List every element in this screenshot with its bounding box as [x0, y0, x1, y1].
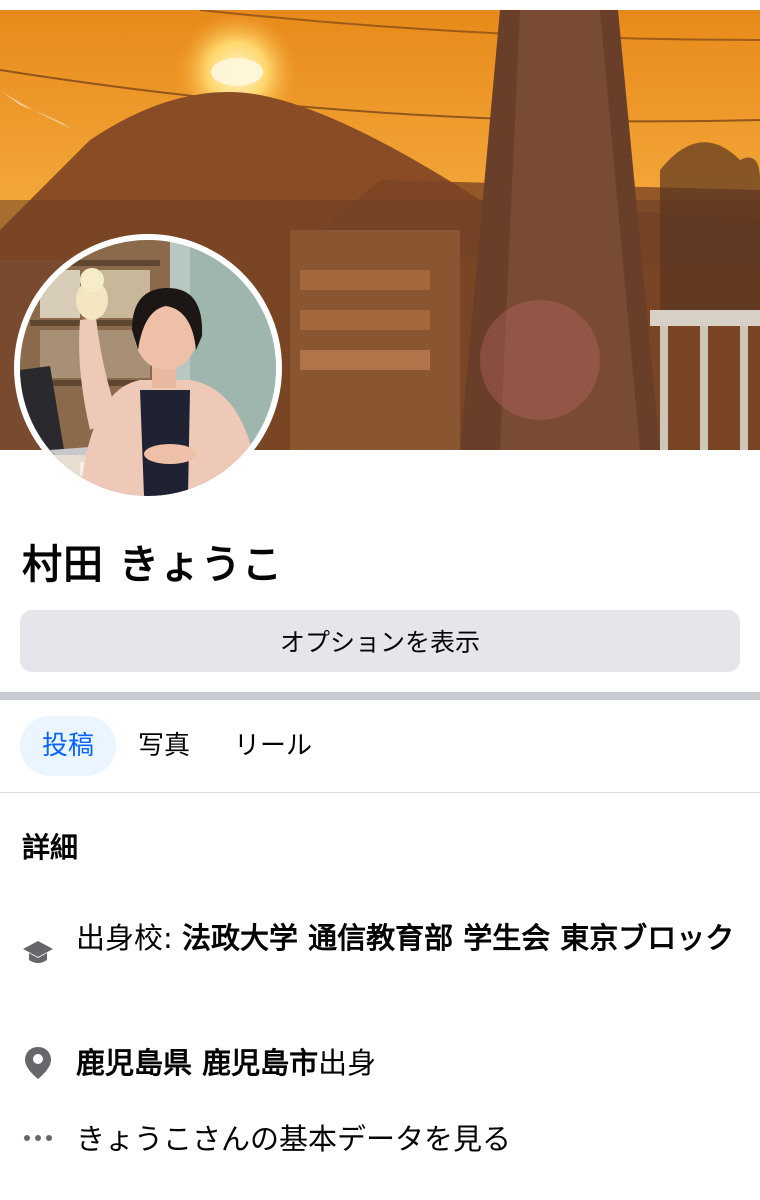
education-row[interactable]: 出身校: 法政大学 通信教育部 学生会 東京ブロック [22, 915, 742, 967]
profile-tabs: 投稿 写真 リール [20, 716, 334, 776]
section-divider [0, 692, 760, 700]
tab-reels[interactable]: リール [212, 716, 334, 776]
show-options-button[interactable]: オプションを表示 [20, 610, 740, 672]
profile-avatar[interactable] [14, 234, 282, 502]
tab-posts[interactable]: 投稿 [20, 716, 117, 776]
tab-photos[interactable]: 写真 [116, 716, 212, 776]
details-heading: 詳細 [22, 831, 79, 864]
education-text: 出身校: 法政大学 通信教育部 学生会 東京ブロック [76, 915, 734, 967]
tabs-divider [0, 792, 760, 793]
more-info-label[interactable]: きょうこさんの基本データを見る [76, 1116, 511, 1162]
hometown-text: 鹿児島県 鹿児島市出身 [76, 1040, 376, 1086]
hometown-link[interactable]: 鹿児島県 鹿児島市 [76, 1046, 318, 1080]
hometown-row[interactable]: 鹿児島県 鹿児島市出身 [22, 1040, 742, 1086]
location-pin-icon [22, 1046, 54, 1086]
more-dots-icon [22, 1134, 54, 1162]
hometown-suffix: 出身 [318, 1046, 377, 1080]
more-info-row[interactable]: きょうこさんの基本データを見る [22, 1116, 742, 1162]
profile-name: 村田 きょうこ [22, 542, 283, 588]
school-link[interactable]: 法政大学 通信教育部 学生会 東京ブロック [182, 921, 734, 955]
graduation-cap-icon [22, 939, 54, 967]
education-label: 出身校: [76, 921, 182, 955]
